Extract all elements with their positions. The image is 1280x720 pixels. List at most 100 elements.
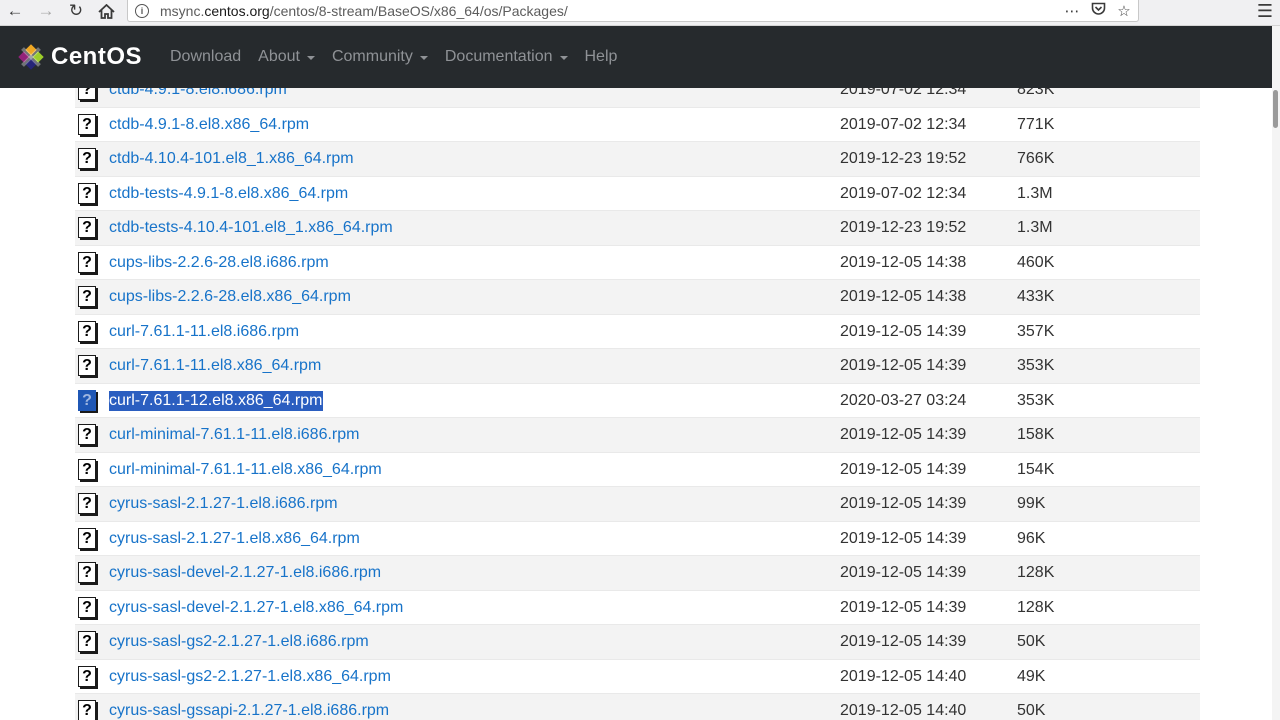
unknown-file-icon: ?: [78, 88, 96, 100]
arrow-right-icon: →: [37, 1, 55, 20]
hamburger-menu-icon[interactable]: ☰: [1252, 0, 1278, 22]
nav-documentation-label: Documentation: [444, 48, 553, 65]
file-link[interactable]: curl-7.61.1-11.el8.x86_64.rpm: [109, 349, 321, 383]
file-size: 433K: [1017, 288, 1055, 305]
caret-down-icon: [419, 56, 428, 60]
nav-community-label: Community: [331, 48, 413, 65]
file-link[interactable]: ctdb-4.9.1-8.el8.x86_64.rpm: [109, 108, 309, 142]
file-row: ? ctdb-4.9.1-8.el8.i686.rpm 2019-07-02 12:…: [75, 88, 1200, 108]
file-link[interactable]: cyrus-sasl-devel-2.1.27-1.el8.i686.rpm: [109, 556, 381, 590]
file-modified-date: 2019-07-02 12:34: [840, 88, 967, 98]
site-info-icon[interactable]: i: [128, 3, 156, 18]
nav-about[interactable]: About: [258, 48, 315, 66]
bookmark-star-icon[interactable]: ☆: [1114, 2, 1134, 20]
nav-documentation[interactable]: Documentation: [445, 48, 568, 66]
file-link[interactable]: cyrus-sasl-gs2-2.1.27-1.el8.x86_64.rpm: [109, 660, 391, 694]
file-link[interactable]: ctdb-tests-4.10.4-101.el8_1.x86_64.rpm: [109, 211, 393, 245]
file-size: 766K: [1017, 150, 1055, 167]
url-text[interactable]: msync.centos.org/centos/8-stream/BaseOS/…: [160, 3, 568, 19]
file-size: 1.3M: [1017, 184, 1053, 202]
file-modified-date: 2019-12-05 14:40: [840, 667, 967, 685]
forward-button[interactable]: →: [33, 0, 59, 22]
file-size: 357K: [1017, 322, 1055, 340]
file-link[interactable]: curl-7.61.1-11.el8.i686.rpm: [109, 315, 299, 349]
back-button[interactable]: ←: [2, 0, 28, 22]
file-link[interactable]: cyrus-sasl-gs2-2.1.27-1.el8.i686.rpm: [109, 625, 369, 659]
file-size: 128K: [1017, 598, 1055, 616]
file-row: ? cups-libs-2.2.6-28.el8.x86_64.rpm 2019-1…: [75, 280, 1200, 315]
file-link[interactable]: ctdb-4.9.1-8.el8.i686.rpm: [109, 88, 287, 107]
nav-about-label: About: [258, 48, 300, 65]
caret-down-icon: [306, 56, 315, 60]
file-row: ? cyrus-sasl-gs2-2.1.27-1.el8.i686.rpm 201…: [75, 625, 1200, 660]
nav-help[interactable]: Help: [585, 48, 618, 66]
unknown-file-icon: ?: [78, 493, 96, 514]
unknown-file-icon: ?: [78, 631, 96, 652]
file-link[interactable]: cups-libs-2.2.6-28.el8.x86_64.rpm: [109, 280, 351, 314]
unknown-file-icon: ?: [78, 355, 96, 376]
nav-download-label: Download: [170, 48, 242, 65]
directory-listing: ? ctdb-4.9.1-8.el8.i686.rpm 2019-07-02 12:…: [0, 88, 1272, 720]
nav-download[interactable]: Download: [170, 48, 241, 66]
file-modified-date: 2019-12-05 14:39: [840, 495, 967, 512]
file-modified-date: 2019-12-23 19:52: [840, 150, 967, 167]
file-size: 823K: [1017, 88, 1055, 98]
unknown-file-icon: ?: [78, 562, 96, 583]
unknown-file-icon: ?: [78, 286, 96, 307]
file-link[interactable]: cyrus-sasl-devel-2.1.27-1.el8.x86_64.rpm: [109, 591, 403, 625]
file-link[interactable]: ctdb-tests-4.9.1-8.el8.x86_64.rpm: [109, 177, 348, 211]
centos-logo-link[interactable]: CentOS: [17, 43, 142, 71]
file-row: ? cyrus-sasl-2.1.27-1.el8.x86_64.rpm 2019-…: [75, 522, 1200, 556]
file-modified-date: 2019-12-05 14:39: [840, 529, 967, 547]
unknown-file-icon: ?: [78, 251, 96, 273]
arrow-left-icon: ←: [6, 1, 24, 20]
file-modified-date: 2019-12-05 14:39: [840, 357, 967, 374]
home-icon: [97, 3, 115, 19]
page-scrollbar[interactable]: [1272, 26, 1280, 720]
nav-community[interactable]: Community: [332, 48, 428, 66]
unknown-file-icon: ?: [78, 320, 96, 342]
more-icon[interactable]: ⋯: [1062, 2, 1082, 20]
unknown-file-icon: ?: [78, 424, 96, 445]
file-link[interactable]: ctdb-4.10.4-101.el8_1.x86_64.rpm: [109, 142, 354, 176]
file-size: 771K: [1017, 115, 1055, 133]
file-size: 99K: [1017, 495, 1046, 512]
file-table: ? ctdb-4.9.1-8.el8.i686.rpm 2019-07-02 12:…: [75, 88, 1200, 720]
file-size: 154K: [1017, 460, 1055, 478]
file-modified-date: 2019-12-05 14:40: [840, 702, 967, 719]
file-modified-date: 2019-12-05 14:38: [840, 288, 967, 305]
file-link[interactable]: curl-7.61.1-12.el8.x86_64.rpm: [109, 390, 324, 411]
file-modified-date: 2019-12-23 19:52: [840, 219, 967, 236]
file-size: 1.3M: [1017, 219, 1053, 236]
file-link[interactable]: cyrus-sasl-gssapi-2.1.27-1.el8.i686.rpm: [109, 694, 389, 720]
file-size: 353K: [1017, 391, 1055, 409]
file-modified-date: 2019-12-05 14:39: [840, 633, 967, 650]
scrollbar-thumb[interactable]: [1273, 90, 1278, 128]
file-row: ? curl-7.61.1-12.el8.x86_64.rpm 2020-03-27…: [75, 384, 1200, 418]
home-button[interactable]: [93, 0, 119, 22]
file-row: ? ctdb-tests-4.10.4-101.el8_1.x86_64.rpm 2…: [75, 211, 1200, 246]
file-row: ? cyrus-sasl-2.1.27-1.el8.i686.rpm 2019-12…: [75, 487, 1200, 522]
unknown-file-icon: ?: [78, 458, 96, 480]
reload-button[interactable]: ↻: [63, 0, 89, 22]
file-row: ? curl-minimal-7.61.1-11.el8.x86_64.rpm 20…: [75, 453, 1200, 487]
unknown-file-icon: ?: [78, 217, 96, 238]
file-row: ? cyrus-sasl-devel-2.1.27-1.el8.i686.rpm 2…: [75, 556, 1200, 591]
file-link[interactable]: cyrus-sasl-2.1.27-1.el8.i686.rpm: [109, 487, 338, 521]
file-size: 50K: [1017, 702, 1046, 719]
url-bar[interactable]: i msync.centos.org/centos/8-stream/BaseO…: [127, 0, 1139, 22]
file-modified-date: 2019-12-05 14:39: [840, 322, 967, 340]
file-link[interactable]: cups-libs-2.2.6-28.el8.i686.rpm: [109, 246, 329, 280]
file-size: 50K: [1017, 633, 1046, 650]
file-link[interactable]: curl-minimal-7.61.1-11.el8.i686.rpm: [109, 418, 359, 452]
caret-down-icon: [559, 56, 568, 60]
file-link[interactable]: cyrus-sasl-2.1.27-1.el8.x86_64.rpm: [109, 522, 360, 556]
file-modified-date: 2019-12-05 14:39: [840, 564, 967, 581]
file-modified-date: 2020-03-27 03:24: [840, 391, 967, 409]
file-size: 158K: [1017, 426, 1055, 443]
file-row: ? ctdb-4.10.4-101.el8_1.x86_64.rpm 2019-12…: [75, 142, 1200, 177]
file-link[interactable]: curl-minimal-7.61.1-11.el8.x86_64.rpm: [109, 453, 382, 487]
file-row: ? cyrus-sasl-devel-2.1.27-1.el8.x86_64.rp…: [75, 591, 1200, 625]
pocket-icon[interactable]: [1088, 2, 1108, 20]
unknown-file-icon: ?: [78, 182, 96, 204]
